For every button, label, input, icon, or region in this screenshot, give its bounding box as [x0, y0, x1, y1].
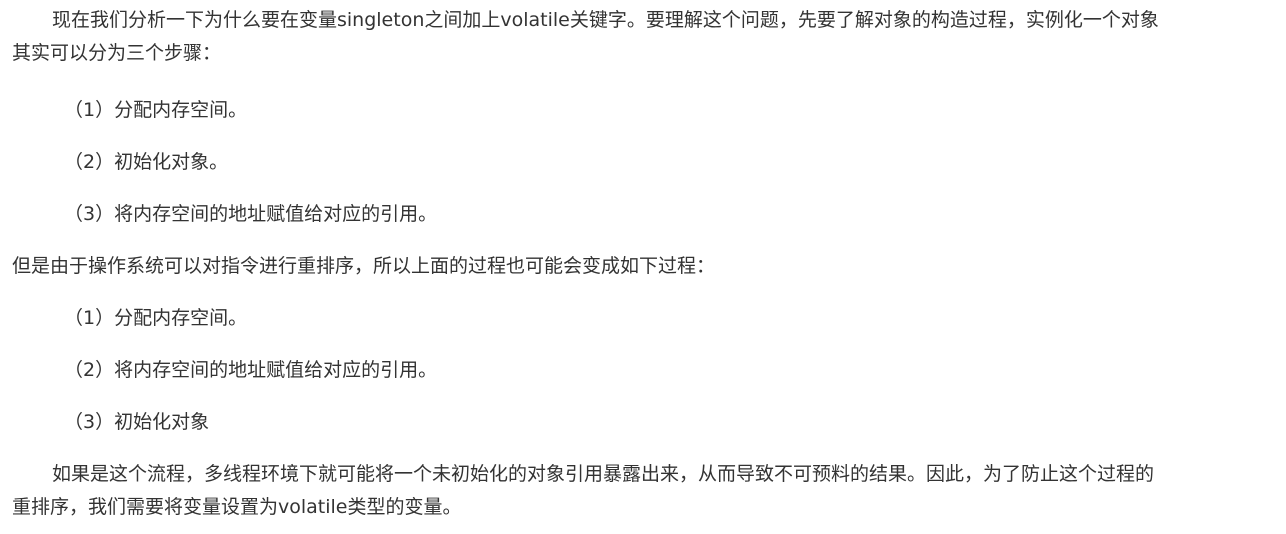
paragraph-reordering: 但是由于操作系统可以对指令进行重排序，所以上面的过程也可能会变成如下过程： — [12, 255, 716, 277]
paragraph-intro-line-2: 其实可以分为三个步骤： — [12, 42, 222, 64]
paragraph-intro: 现在我们分析一下为什么要在变量singleton之间加上volatile关键字。… — [12, 4, 1280, 70]
step-1-allocate: （1）分配内存空间。 — [64, 99, 248, 121]
paragraph-conclusion-line-2: 重排序，我们需要将变量设置为volatile类型的变量。 — [12, 496, 462, 518]
reordered-step-1: （1）分配内存空间。 — [64, 307, 248, 329]
step-3-assign-reference: （3）将内存空间的地址赋值给对应的引用。 — [64, 203, 438, 225]
paragraph-intro-line-1: 现在我们分析一下为什么要在变量singleton之间加上volatile关键字。… — [52, 9, 1159, 31]
paragraph-conclusion: 如果是这个流程，多线程环境下就可能将一个未初始化的对象引用暴露出来，从而导致不可… — [12, 458, 1280, 524]
step-2-initialize: （2）初始化对象。 — [64, 151, 229, 173]
reordered-step-2: （2）将内存空间的地址赋值给对应的引用。 — [64, 359, 438, 381]
paragraph-conclusion-line-1: 如果是这个流程，多线程环境下就可能将一个未初始化的对象引用暴露出来，从而导致不可… — [52, 463, 1155, 485]
reordered-step-3: （3）初始化对象 — [64, 411, 210, 433]
article-body: 现在我们分析一下为什么要在变量singleton之间加上volatile关键字。… — [0, 0, 1286, 534]
